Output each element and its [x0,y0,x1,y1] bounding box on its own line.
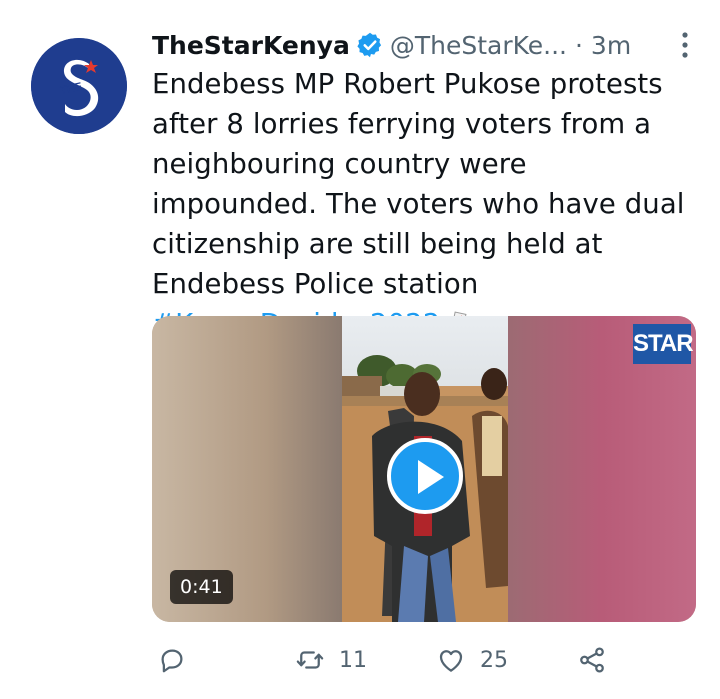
thestar-logo-icon: THE [31,38,127,134]
tweet-text: Endebess MP Robert Pukose protests after… [152,64,700,344]
separator-dot: · [574,30,583,60]
author-avatar[interactable]: THE [31,38,127,134]
like-button[interactable]: 25 [436,638,508,682]
video-player[interactable]: STAR 0:41 [152,316,696,622]
play-button[interactable] [387,438,463,514]
tweet-header: TheStarKenya @TheStarKe... · 3m [152,25,692,65]
retweet-icon [296,651,324,669]
more-options-icon[interactable] [678,30,692,60]
retweet-count: 11 [339,647,367,673]
tweet-text-main: Endebess MP Robert Pukose protests after… [152,68,685,300]
share-button[interactable] [577,638,607,682]
tweet-card[interactable]: THE TheStarKenya @TheStarKe... · 3m Ende… [0,0,720,699]
tweet-actions: 11 25 [152,638,692,682]
author-name[interactable]: TheStarKenya [152,31,350,60]
star-watermark: STAR [633,324,694,364]
share-icon [580,647,604,673]
heart-icon [439,650,463,672]
play-icon [418,460,444,494]
like-count: 25 [480,647,508,673]
tweet-timestamp[interactable]: 3m [591,31,631,60]
author-handle[interactable]: @TheStarKe... [390,31,567,60]
video-duration: 0:41 [170,570,233,604]
reply-button[interactable] [157,638,201,682]
verified-badge-icon [357,32,381,58]
reply-icon [161,649,183,673]
retweet-button[interactable]: 11 [295,638,367,682]
